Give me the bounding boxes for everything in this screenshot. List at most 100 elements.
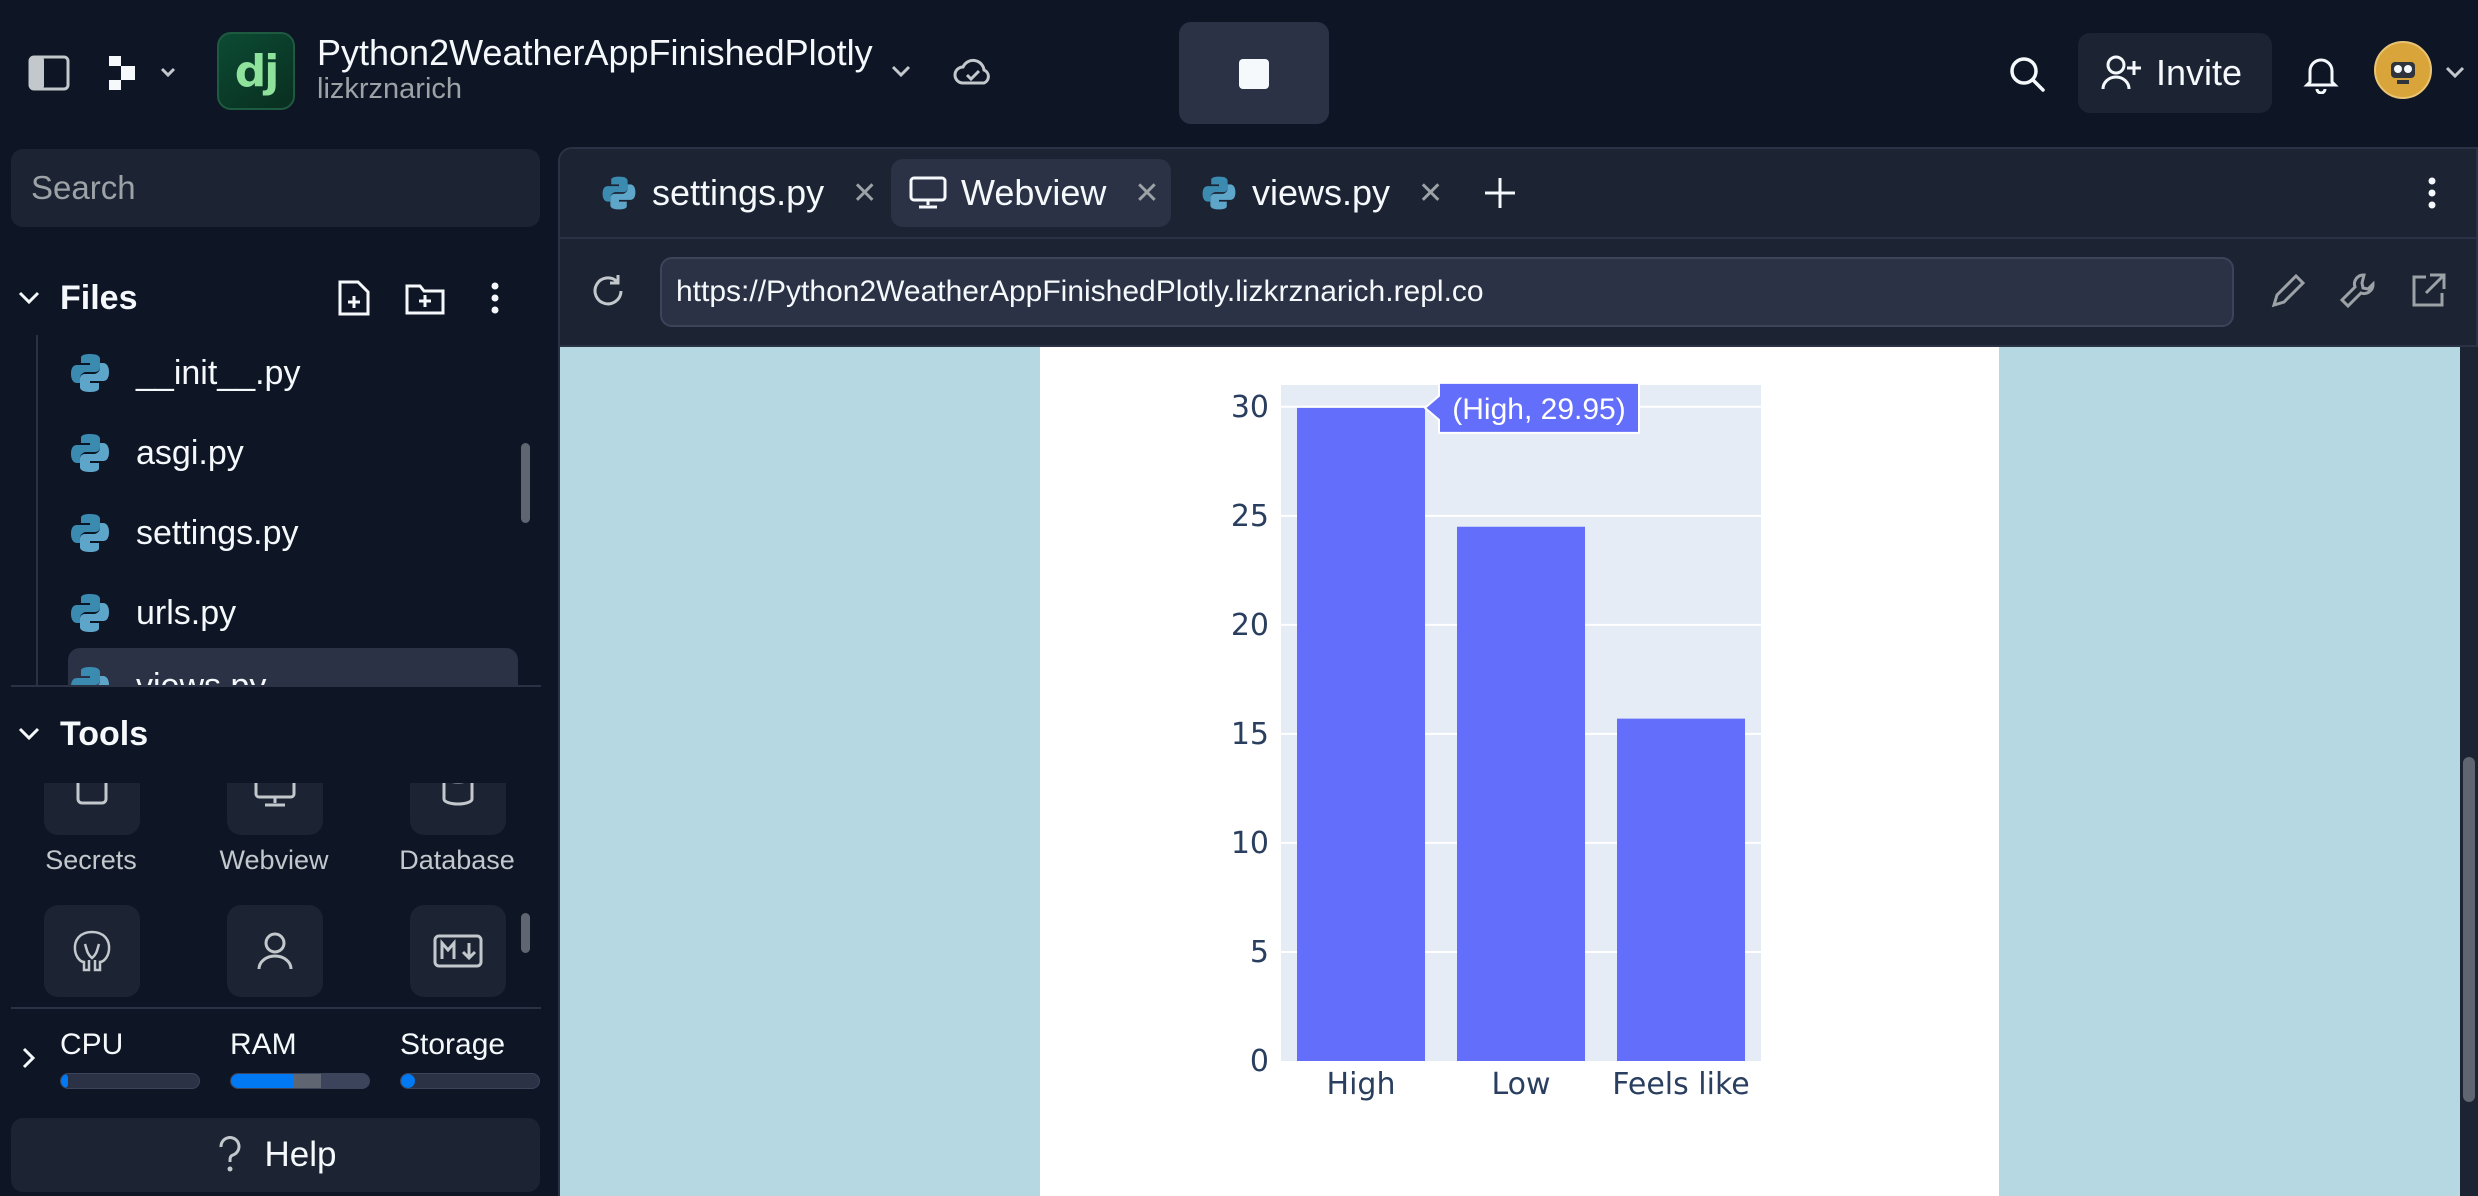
y-tick-label: 0 (1250, 1044, 1269, 1079)
y-tick-label: 30 (1231, 390, 1269, 425)
tab-label: settings.py (652, 172, 825, 213)
new-file-icon[interactable] (336, 278, 372, 318)
bar-chart: 0 5 10 15 20 25 30 High Low Feels like (High, 29… (1231, 381, 1761, 1102)
file-item[interactable]: asgi.py (68, 415, 518, 491)
pencil-icon[interactable] (2268, 271, 2308, 311)
repl-owner[interactable]: lizkrznarich (317, 73, 462, 106)
user-icon[interactable] (227, 905, 323, 997)
webview-scrollbar[interactable] (2463, 757, 2475, 1102)
url-input[interactable] (674, 274, 2232, 310)
close-icon[interactable]: ✕ (1418, 176, 1443, 211)
file-tree: __init__.py asgi.py settings.py urls.py … (0, 335, 545, 685)
bar-low[interactable] (1457, 526, 1585, 1061)
files-menu-icon[interactable] (483, 280, 507, 316)
search-input[interactable] (29, 168, 540, 208)
section-divider (11, 685, 541, 687)
file-item[interactable]: __init__.py (68, 335, 518, 411)
bar-feels-like[interactable] (1617, 718, 1745, 1061)
monitor-icon (909, 176, 947, 210)
files-scrollbar[interactable] (521, 443, 530, 523)
tab-label: views.py (1252, 172, 1391, 213)
tool-label-webview: Webview (219, 845, 329, 875)
y-tick-label: 20 (1231, 608, 1269, 643)
postgres-elephant-icon[interactable] (44, 905, 140, 997)
y-axis: 0 5 10 15 20 25 30 (1231, 390, 1269, 1079)
secrets-tool[interactable] (44, 783, 140, 835)
close-icon[interactable]: ✕ (852, 176, 877, 211)
tools-scrollbar[interactable] (521, 913, 530, 953)
y-tick-label: 25 (1231, 499, 1269, 534)
file-item[interactable]: settings.py (68, 495, 518, 571)
file-name: __init__.py (136, 353, 301, 392)
file-name: settings.py (136, 513, 299, 552)
tool-label-secrets: Secrets (45, 845, 137, 875)
bar-high[interactable] (1297, 407, 1425, 1061)
stop-icon (1239, 59, 1269, 89)
hover-tooltip: (High, 29.95) (1423, 381, 1640, 434)
search-box[interactable] (11, 149, 540, 227)
y-tick-label: 15 (1231, 717, 1269, 752)
tree-guide-line (36, 335, 38, 685)
user-avatar[interactable] (2374, 41, 2432, 99)
ram-label: RAM (230, 1028, 297, 1061)
file-name: asgi.py (136, 433, 244, 472)
section-divider (11, 1007, 541, 1009)
hover-label-text: (High, 29.95) (1452, 393, 1625, 426)
chevron-down-icon[interactable] (888, 58, 914, 84)
tools-title[interactable]: Tools (60, 715, 148, 754)
url-field[interactable] (660, 257, 2234, 327)
x-tick-label: Low (1491, 1067, 1550, 1102)
y-tick-label: 5 (1250, 935, 1269, 970)
search-icon[interactable] (2007, 54, 2047, 94)
y-tick-label: 10 (1231, 826, 1269, 861)
files-title[interactable]: Files (60, 279, 137, 318)
file-item[interactable]: urls.py (68, 575, 518, 651)
avatar-chevron-icon[interactable] (2443, 60, 2467, 84)
files-collapse-icon[interactable] (15, 284, 43, 312)
markdown-icon[interactable] (410, 905, 506, 997)
tab-views[interactable]: views.py ✕ (1182, 159, 1447, 227)
help-label: Help (264, 1135, 337, 1174)
python-icon (68, 591, 112, 635)
cpu-meter (60, 1073, 200, 1089)
bell-icon[interactable] (2303, 54, 2339, 94)
ram-meter-secondary-fill (293, 1074, 321, 1088)
pane-menu-icon[interactable] (2422, 173, 2442, 213)
close-icon[interactable]: ✕ (1134, 176, 1159, 211)
python-icon (68, 511, 112, 555)
reload-icon[interactable] (588, 271, 628, 311)
help-button[interactable]: Help (11, 1118, 540, 1192)
tab-webview[interactable]: Webview ✕ (891, 159, 1171, 227)
python-icon (1200, 174, 1238, 212)
question-icon (215, 1135, 245, 1175)
cpu-label: CPU (60, 1028, 124, 1061)
python-icon (68, 664, 112, 685)
database-tool[interactable] (410, 783, 506, 835)
storage-label: Storage (400, 1028, 506, 1061)
tools-collapse-icon[interactable] (15, 720, 43, 748)
open-new-tab-icon[interactable] (2408, 271, 2448, 311)
add-user-icon (2100, 53, 2142, 93)
python-icon (68, 431, 112, 475)
storage-meter (400, 1073, 540, 1089)
repl-name[interactable]: Python2WeatherAppFinishedPlotly (317, 32, 873, 74)
file-item-selected[interactable]: views.py (68, 648, 518, 685)
tab-settings[interactable]: settings.py ✕ (582, 159, 880, 227)
invite-button[interactable]: Invite (2078, 33, 2272, 113)
add-tab-icon[interactable] (1482, 175, 1518, 211)
invite-label: Invite (2156, 52, 2243, 93)
python-icon (600, 174, 638, 212)
new-folder-icon[interactable] (404, 280, 446, 316)
x-tick-label: High (1327, 1067, 1396, 1102)
ram-meter (230, 1073, 370, 1089)
tab-bar: settings.py ✕ Webview ✕ views.py ✕ (560, 149, 2476, 237)
repl-logo: dj (217, 32, 295, 110)
sidebar-toggle-icon[interactable] (28, 55, 70, 91)
cloud-check-icon[interactable] (953, 55, 993, 91)
replit-menu-icon[interactable] (106, 53, 178, 93)
resources-expand-icon[interactable] (15, 1044, 43, 1072)
x-axis: High Low Feels like (1327, 1067, 1750, 1102)
webview-tool[interactable] (227, 783, 323, 835)
tab-label: Webview (961, 172, 1107, 213)
devtools-wrench-icon[interactable] (2338, 271, 2378, 311)
